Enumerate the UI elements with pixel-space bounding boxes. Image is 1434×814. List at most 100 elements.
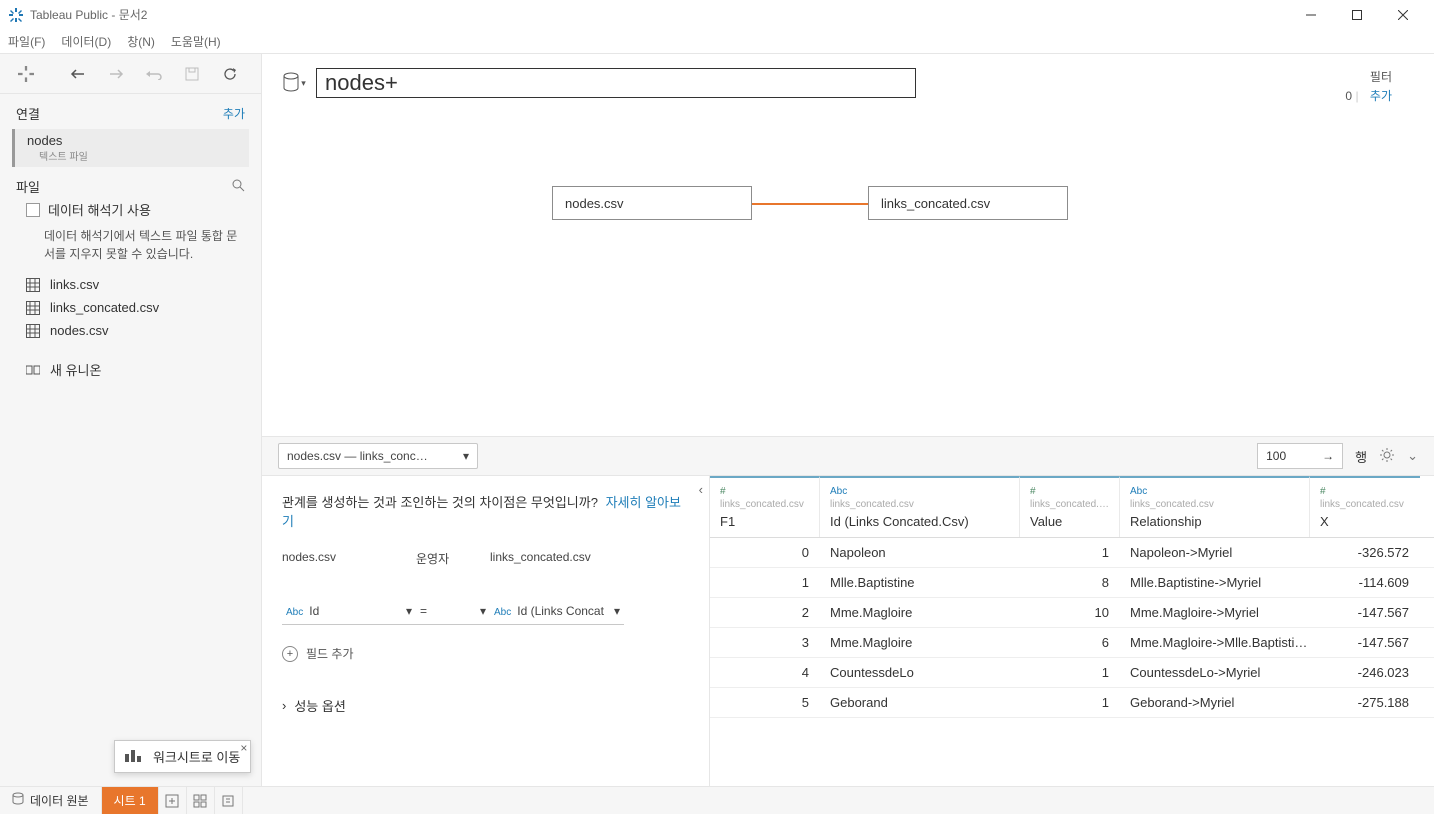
tableau-logo-icon (8, 7, 24, 23)
table-row[interactable]: 4CountessdeLo1CountessdeLo->Myriel-246.0… (710, 658, 1434, 688)
file-item[interactable]: links_concated.csv (0, 296, 261, 319)
cell-x: -114.609 (1310, 568, 1420, 597)
rel-operator-header: 운영자 (416, 550, 490, 567)
col-header-x[interactable]: # links_concated.csv X (1310, 476, 1420, 537)
menu-window[interactable]: 창(N) (127, 33, 155, 50)
data-interpreter-label: 데이터 해석기 사용 (48, 200, 151, 219)
performance-options[interactable]: › 성능 옵션 (282, 696, 689, 715)
menubar: 파일(F) 데이터(D) 창(N) 도움말(H) (0, 30, 1434, 54)
cell-f1: 0 (710, 538, 820, 567)
cell-id: Geborand (820, 688, 1020, 717)
close-icon[interactable]: × (240, 741, 247, 755)
menu-file[interactable]: 파일(F) (8, 33, 45, 50)
new-story-button[interactable] (215, 787, 243, 814)
back-button[interactable] (66, 62, 90, 86)
rel-left-header: nodes.csv (282, 550, 416, 567)
table-select-dropdown[interactable]: nodes.csv — links_conc… ▾ (278, 443, 478, 469)
chevron-down-icon: ▾ (463, 449, 469, 463)
search-icon[interactable] (231, 178, 245, 195)
add-field-button[interactable]: + 필드 추가 (282, 645, 689, 662)
cell-id: Napoleon (820, 538, 1020, 567)
data-interpreter-row[interactable]: 데이터 해석기 사용 (0, 196, 261, 219)
settings-icon[interactable] (1379, 447, 1395, 466)
col-header-id[interactable]: Abc links_concated.csv Id (Links Concate… (820, 476, 1020, 537)
rel-left-field-dropdown[interactable]: AbcId ▾ (282, 597, 416, 625)
tab-label: 시트 1 (114, 792, 146, 809)
col-source: links_concated.csv (1030, 499, 1109, 510)
col-source: links_concated.csv (830, 499, 1009, 510)
cell-relationship: Mlle.Baptistine->Myriel (1120, 568, 1310, 597)
window-close-button[interactable] (1380, 0, 1426, 30)
add-connection-link[interactable]: 추가 (223, 105, 245, 122)
cell-value: 1 (1020, 658, 1120, 687)
grid-header-row: # links_concated.csv F1 Abc links_concat… (710, 476, 1434, 538)
new-worksheet-button[interactable] (159, 787, 187, 814)
relation-canvas[interactable]: nodes.csv links_concated.csv (262, 106, 1434, 436)
data-interpreter-checkbox[interactable] (26, 203, 40, 217)
type-number-icon: # (1030, 486, 1109, 497)
datasource-icon (12, 792, 24, 809)
connections-label: 연결 (16, 104, 40, 123)
rel-right-field-dropdown[interactable]: AbcId (Links Concat ▾ (490, 597, 624, 625)
connection-type: 텍스트 파일 (39, 148, 237, 163)
canvas-header: ▾ nodes+ 필터 0 | 추가 (262, 54, 1434, 106)
table-row[interactable]: 3Mme.Magloire6Mme.Magloire->Mlle.Baptist… (710, 628, 1434, 658)
table-icon (26, 278, 40, 292)
new-union-label: 새 유니온 (50, 360, 101, 379)
plus-icon: + (282, 646, 298, 662)
rows-input[interactable]: 100 → (1257, 443, 1343, 469)
cell-x: -147.567 (1310, 628, 1420, 657)
tab-sheet1[interactable]: 시트 1 (102, 787, 159, 814)
collapse-panel-icon[interactable]: ‹ (699, 482, 703, 497)
forward-button[interactable] (104, 62, 128, 86)
chevron-down-icon[interactable]: ⌄ (1407, 448, 1418, 464)
goto-worksheet-tooltip[interactable]: 워크시트로 이동 × (114, 740, 251, 773)
table-row[interactable]: 5Geborand1Geborand->Myriel-275.188 (710, 688, 1434, 718)
files-section-header: 파일 (0, 177, 261, 196)
datasource-name-input[interactable]: nodes+ (316, 68, 916, 98)
file-item[interactable]: nodes.csv (0, 319, 261, 342)
type-number-icon: # (720, 486, 809, 497)
connection-item[interactable]: nodes 텍스트 파일 (12, 129, 249, 167)
rel-operator-dropdown[interactable]: = ▾ (416, 597, 490, 625)
col-name: Relationship (1130, 514, 1299, 529)
cell-value: 6 (1020, 628, 1120, 657)
undo-button[interactable] (142, 62, 166, 86)
cell-f1: 1 (710, 568, 820, 597)
cell-x: -246.023 (1310, 658, 1420, 687)
col-name: Id (Links Concated.Csv) (830, 514, 1009, 529)
cell-value: 1 (1020, 538, 1120, 567)
window-title: Tableau Public - 문서2 (30, 6, 147, 23)
table-node-links-concated[interactable]: links_concated.csv (868, 186, 1068, 220)
tab-datasource[interactable]: 데이터 원본 (0, 787, 102, 814)
col-header-relationship[interactable]: Abc links_concated.csv Relationship (1120, 476, 1310, 537)
relationship-line[interactable] (752, 203, 868, 205)
data-interpreter-description: 데이터 해석기에서 텍스트 파일 통합 문서를 지우지 못할 수 있습니다. (0, 219, 261, 273)
table-row[interactable]: 2Mme.Magloire10Mme.Magloire->Myriel-147.… (710, 598, 1434, 628)
tooltip-text: 워크시트로 이동 (153, 747, 240, 766)
menu-data[interactable]: 데이터(D) (61, 33, 111, 50)
new-union-button[interactable]: 새 유니온 (0, 356, 261, 383)
cell-x: -275.188 (1310, 688, 1420, 717)
table-node-nodes[interactable]: nodes.csv (552, 186, 752, 220)
table-row[interactable]: 0Napoleon1Napoleon->Myriel-326.572 (710, 538, 1434, 568)
table-row[interactable]: 1Mlle.Baptistine8Mlle.Baptistine->Myriel… (710, 568, 1434, 598)
table-icon (26, 324, 40, 338)
refresh-button[interactable] (218, 62, 242, 86)
titlebar: Tableau Public - 문서2 (0, 0, 1434, 30)
menu-help[interactable]: 도움말(H) (171, 33, 221, 50)
new-dashboard-button[interactable] (187, 787, 215, 814)
window-maximize-button[interactable] (1334, 0, 1380, 30)
window-minimize-button[interactable] (1288, 0, 1334, 30)
type-string-icon: Abc (1130, 486, 1299, 497)
add-filter-link[interactable]: 추가 (1370, 89, 1392, 103)
filter-count: 0 (1345, 89, 1352, 103)
file-item[interactable]: links.csv (0, 273, 261, 296)
type-string-icon: Abc (830, 486, 1009, 497)
save-button[interactable] (180, 62, 204, 86)
col-header-f1[interactable]: # links_concated.csv F1 (710, 476, 820, 537)
table-node-label: links_concated.csv (881, 196, 990, 211)
col-header-value[interactable]: # links_concated.csv Value (1020, 476, 1120, 537)
database-icon[interactable]: ▾ (282, 71, 306, 95)
connection-name: nodes (27, 133, 237, 148)
